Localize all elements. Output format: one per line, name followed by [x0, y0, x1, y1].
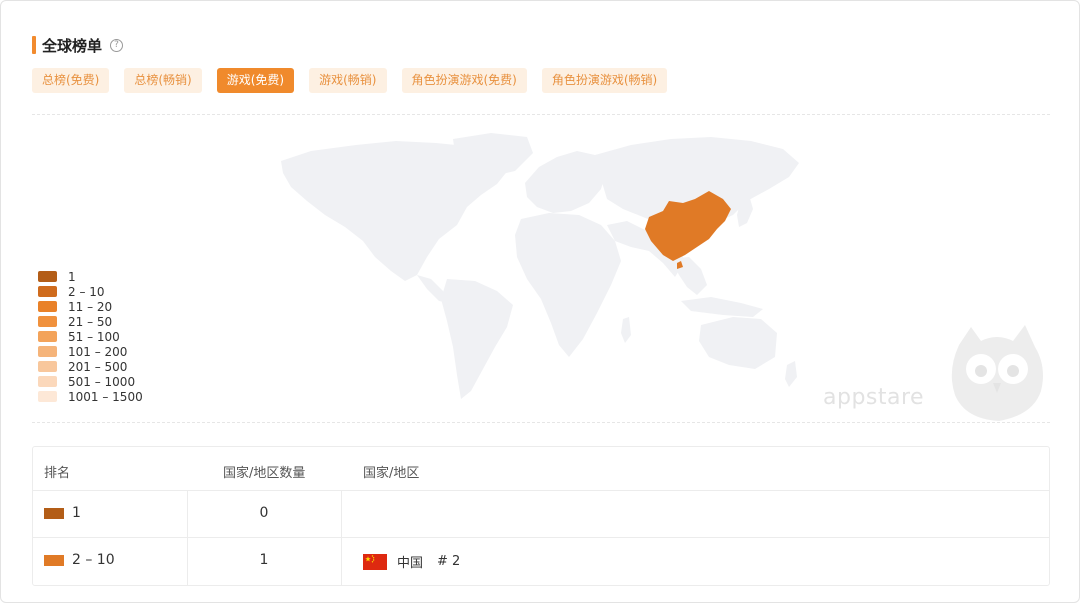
table-row: 1 0 [33, 491, 1049, 538]
china-flag-icon [363, 553, 387, 570]
legend-swatch [38, 391, 57, 402]
legend-label: 11 – 20 [68, 299, 113, 314]
column-divider [187, 491, 188, 585]
country-name: 中国 [397, 556, 424, 571]
rank-text: 2 – 10 [72, 552, 115, 568]
legend-item: 1001 – 1500 [38, 389, 143, 404]
legend-item: 501 – 1000 [38, 374, 143, 389]
tab-games-free[interactable]: 游戏(免费) [216, 68, 295, 93]
legend-label: 501 – 1000 [68, 374, 136, 389]
section-title: 全球榜单 [42, 36, 103, 55]
chart-tabs: 总榜(免费) 总榜(畅销) 游戏(免费) 游戏(畅销) 角色扮演游戏(免费) 角… [32, 68, 682, 93]
title-accent-bar [32, 36, 36, 54]
table-row: 2 – 10 1 中国 # 2 [33, 538, 1049, 585]
rank-swatch [44, 554, 64, 566]
legend-label: 1 [68, 269, 76, 284]
header-rank: 排名 [44, 466, 71, 481]
watermark-text: appstare [823, 385, 925, 410]
legend-label: 51 – 100 [68, 329, 120, 344]
legend-swatch [38, 331, 57, 342]
color-legend: 1 2 – 10 11 – 20 21 – 50 51 – 100 101 – … [38, 269, 143, 404]
tab-rpg-free[interactable]: 角色扮演游戏(免费) [401, 68, 527, 93]
section-header: 全球榜单 ? [32, 35, 124, 55]
question-circle-icon[interactable]: ? [110, 38, 124, 52]
divider [32, 422, 1050, 423]
tab-overall-grossing[interactable]: 总榜(畅销) [124, 68, 202, 93]
rank-cell: 2 – 10 [44, 552, 115, 568]
legend-label: 21 – 50 [68, 314, 113, 329]
column-divider [341, 491, 342, 585]
legend-swatch [38, 286, 57, 297]
legend-item: 11 – 20 [38, 299, 143, 314]
legend-label: 1001 – 1500 [68, 389, 143, 404]
country-rank: # 2 [437, 554, 461, 569]
legend-label: 201 – 500 [68, 359, 128, 374]
header-count: 国家/地区数量 [223, 466, 306, 481]
rank-swatch [44, 507, 64, 519]
legend-swatch [38, 361, 57, 372]
global-chart-panel: 全球榜单 ? 总榜(免费) 总榜(畅销) 游戏(免费) 游戏(畅销) 角色扮演游… [0, 0, 1080, 603]
rank-text: 1 [72, 505, 81, 521]
table-header: 排名 国家/地区数量 国家/地区 [33, 447, 1049, 491]
legend-label: 2 – 10 [68, 284, 105, 299]
count-cell: 0 [259, 505, 269, 521]
count-cell: 1 [259, 552, 269, 568]
tab-games-grossing[interactable]: 游戏(畅销) [309, 68, 387, 93]
legend-swatch [38, 301, 57, 312]
legend-item: 101 – 200 [38, 344, 143, 359]
ranking-table: 排名 国家/地区数量 国家/地区 1 0 2 – 10 1 中国 # 2 [32, 446, 1050, 586]
legend-swatch [38, 376, 57, 387]
legend-label: 101 – 200 [68, 344, 128, 359]
divider [32, 114, 1050, 115]
legend-swatch [38, 346, 57, 357]
world-landmass [281, 133, 799, 399]
legend-item: 1 [38, 269, 143, 284]
legend-item: 51 – 100 [38, 329, 143, 344]
world-map [281, 133, 799, 399]
tab-overall-free[interactable]: 总榜(免费) [32, 68, 110, 93]
legend-swatch [38, 271, 57, 282]
legend-swatch [38, 316, 57, 327]
rank-cell: 1 [44, 505, 81, 521]
owl-mascot-icon [951, 325, 1043, 421]
header-countries: 国家/地区 [363, 466, 420, 481]
legend-item: 21 – 50 [38, 314, 143, 329]
tab-rpg-grossing[interactable]: 角色扮演游戏(畅销) [541, 68, 668, 93]
legend-item: 2 – 10 [38, 284, 143, 299]
country-entry[interactable]: 中国 # 2 [363, 552, 460, 571]
legend-item: 201 – 500 [38, 359, 143, 374]
